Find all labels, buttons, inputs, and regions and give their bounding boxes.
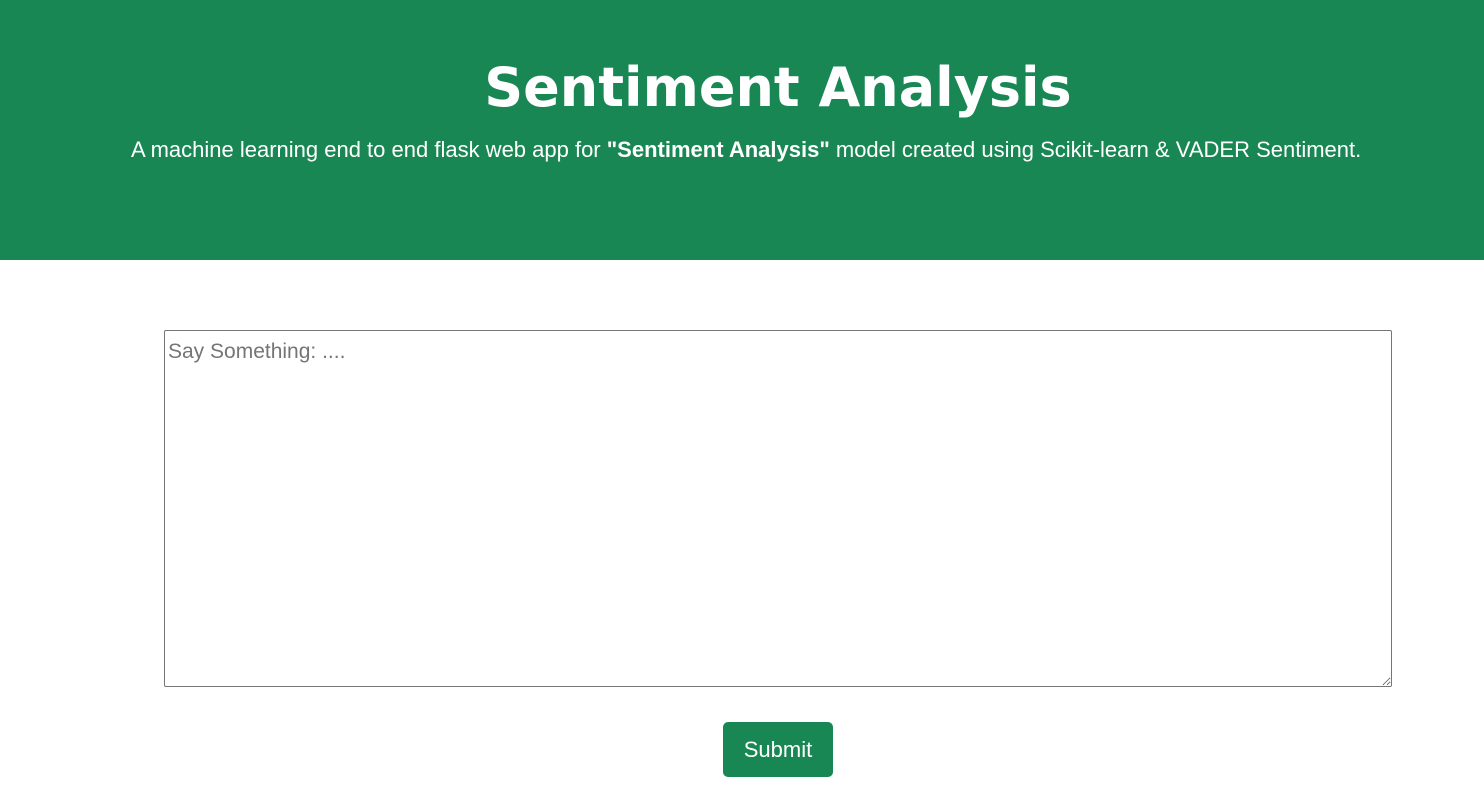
message-input[interactable] [164,330,1392,687]
submit-button[interactable]: Submit [723,722,833,777]
hero-banner: Sentiment Analysis A machine learning en… [0,0,1484,260]
page-subtitle: A machine learning end to end flask web … [131,135,1461,165]
subtitle-highlight: "Sentiment Analysis" [606,137,830,162]
subtitle-text-end: model created using Scikit-learn & VADER… [829,137,1362,162]
page-title: Sentiment Analysis [484,56,1072,119]
subtitle-text-start: A machine learning end to end flask web … [131,137,607,162]
